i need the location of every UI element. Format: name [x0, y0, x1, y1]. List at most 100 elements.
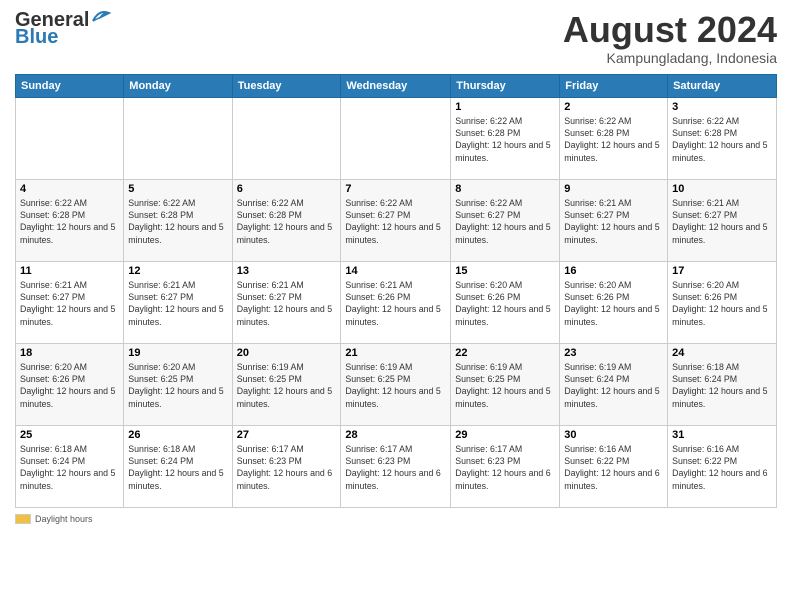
logo-blue: Blue	[15, 26, 58, 49]
calendar-cell: 4 Sunrise: 6:22 AM Sunset: 6:28 PM Daylig…	[16, 179, 124, 261]
header-tuesday: Tuesday	[232, 74, 341, 97]
day-number: 4	[20, 183, 119, 195]
day-info: Sunrise: 6:18 AM Sunset: 6:24 PM Dayligh…	[672, 361, 772, 410]
day-number: 26	[128, 429, 227, 441]
calendar-week-2: 4 Sunrise: 6:22 AM Sunset: 6:28 PM Daylig…	[16, 179, 777, 261]
calendar-header: SundayMondayTuesdayWednesdayThursdayFrid…	[16, 74, 777, 97]
day-number: 25	[20, 429, 119, 441]
day-number: 9	[564, 183, 663, 195]
calendar-cell: 17 Sunrise: 6:20 AM Sunset: 6:26 PM Dayli…	[668, 261, 777, 343]
calendar-cell: 23 Sunrise: 6:19 AM Sunset: 6:24 PM Dayli…	[560, 343, 668, 425]
calendar-cell: 25 Sunrise: 6:18 AM Sunset: 6:24 PM Dayli…	[16, 425, 124, 507]
day-number: 16	[564, 265, 663, 277]
day-number: 1	[455, 101, 555, 113]
day-number: 20	[237, 347, 337, 359]
daylight-label: Daylight hours	[35, 514, 93, 524]
page-header: General Blue August 2024 Kampungladang, …	[15, 10, 777, 66]
calendar-cell: 21 Sunrise: 6:19 AM Sunset: 6:25 PM Dayli…	[341, 343, 451, 425]
calendar-cell: 7 Sunrise: 6:22 AM Sunset: 6:27 PM Daylig…	[341, 179, 451, 261]
title-block: August 2024 Kampungladang, Indonesia	[563, 10, 777, 66]
calendar-cell: 20Sunrise: 6:19 AM Sunset: 6:25 PM Dayli…	[232, 343, 341, 425]
month-title: August 2024	[563, 10, 777, 50]
day-info: Sunrise: 6:20 AM Sunset: 6:26 PM Dayligh…	[455, 279, 555, 328]
day-info: Sunrise: 6:18 AM Sunset: 6:24 PM Dayligh…	[20, 443, 119, 492]
calendar-cell	[341, 97, 451, 179]
day-number: 22	[455, 347, 555, 359]
calendar-cell: 13Sunrise: 6:21 AM Sunset: 6:27 PM Dayli…	[232, 261, 341, 343]
header-wednesday: Wednesday	[341, 74, 451, 97]
day-number: 12	[128, 265, 227, 277]
day-info: Sunrise: 6:20 AM Sunset: 6:26 PM Dayligh…	[20, 361, 119, 410]
calendar-cell: 14 Sunrise: 6:21 AM Sunset: 6:26 PM Dayli…	[341, 261, 451, 343]
day-info: Sunrise: 6:21 AM Sunset: 6:27 PM Dayligh…	[20, 279, 119, 328]
day-number: 8	[455, 183, 555, 195]
calendar-cell: 16 Sunrise: 6:20 AM Sunset: 6:26 PM Dayli…	[560, 261, 668, 343]
day-number: 2	[564, 101, 663, 113]
day-number: 17	[672, 265, 772, 277]
day-info: Sunrise: 6:22 AM Sunset: 6:28 PM Dayligh…	[237, 197, 337, 246]
day-number: 24	[672, 347, 772, 359]
day-info: Sunrise: 6:22 AM Sunset: 6:28 PM Dayligh…	[20, 197, 119, 246]
calendar-cell: 15 Sunrise: 6:20 AM Sunset: 6:26 PM Dayli…	[451, 261, 560, 343]
calendar-cell: 10Sunrise: 6:21 AM Sunset: 6:27 PM Dayli…	[668, 179, 777, 261]
calendar-cell: 1 Sunrise: 6:22 AM Sunset: 6:28 PM Daylig…	[451, 97, 560, 179]
day-info: Sunrise: 6:22 AM Sunset: 6:28 PM Dayligh…	[455, 115, 555, 164]
day-info: Sunrise: 6:22 AM Sunset: 6:27 PM Dayligh…	[345, 197, 446, 246]
calendar-cell: 19Sunrise: 6:20 AM Sunset: 6:25 PM Dayli…	[124, 343, 232, 425]
day-number: 27	[237, 429, 337, 441]
calendar-week-3: 11Sunrise: 6:21 AM Sunset: 6:27 PM Dayli…	[16, 261, 777, 343]
day-number: 6	[237, 183, 337, 195]
header-thursday: Thursday	[451, 74, 560, 97]
day-info: Sunrise: 6:22 AM Sunset: 6:28 PM Dayligh…	[672, 115, 772, 164]
calendar-body: 1 Sunrise: 6:22 AM Sunset: 6:28 PM Daylig…	[16, 97, 777, 507]
day-info: Sunrise: 6:21 AM Sunset: 6:27 PM Dayligh…	[564, 197, 663, 246]
day-number: 29	[455, 429, 555, 441]
day-info: Sunrise: 6:16 AM Sunset: 6:22 PM Dayligh…	[672, 443, 772, 492]
day-info: Sunrise: 6:21 AM Sunset: 6:26 PM Dayligh…	[345, 279, 446, 328]
day-number: 28	[345, 429, 446, 441]
calendar-cell: 11Sunrise: 6:21 AM Sunset: 6:27 PM Dayli…	[16, 261, 124, 343]
header-monday: Monday	[124, 74, 232, 97]
calendar-cell: 24 Sunrise: 6:18 AM Sunset: 6:24 PM Dayli…	[668, 343, 777, 425]
day-info: Sunrise: 6:18 AM Sunset: 6:24 PM Dayligh…	[128, 443, 227, 492]
calendar-week-4: 18Sunrise: 6:20 AM Sunset: 6:26 PM Dayli…	[16, 343, 777, 425]
day-info: Sunrise: 6:21 AM Sunset: 6:27 PM Dayligh…	[237, 279, 337, 328]
daylight-icon	[15, 514, 31, 524]
day-number: 31	[672, 429, 772, 441]
day-info: Sunrise: 6:20 AM Sunset: 6:26 PM Dayligh…	[564, 279, 663, 328]
calendar-cell: 3Sunrise: 6:22 AM Sunset: 6:28 PM Daylig…	[668, 97, 777, 179]
day-info: Sunrise: 6:17 AM Sunset: 6:23 PM Dayligh…	[237, 443, 337, 492]
calendar-week-5: 25 Sunrise: 6:18 AM Sunset: 6:24 PM Dayli…	[16, 425, 777, 507]
calendar-cell: 9 Sunrise: 6:21 AM Sunset: 6:27 PM Daylig…	[560, 179, 668, 261]
day-info: Sunrise: 6:22 AM Sunset: 6:27 PM Dayligh…	[455, 197, 555, 246]
calendar-cell: 30 Sunrise: 6:16 AM Sunset: 6:22 PM Dayli…	[560, 425, 668, 507]
day-number: 30	[564, 429, 663, 441]
day-info: Sunrise: 6:22 AM Sunset: 6:28 PM Dayligh…	[564, 115, 663, 164]
calendar-cell	[124, 97, 232, 179]
calendar-cell: 8 Sunrise: 6:22 AM Sunset: 6:27 PM Daylig…	[451, 179, 560, 261]
calendar-cell: 5Sunrise: 6:22 AM Sunset: 6:28 PM Daylig…	[124, 179, 232, 261]
header-friday: Friday	[560, 74, 668, 97]
day-number: 23	[564, 347, 663, 359]
calendar-cell: 27 Sunrise: 6:17 AM Sunset: 6:23 PM Dayli…	[232, 425, 341, 507]
day-number: 7	[345, 183, 446, 195]
day-number: 19	[128, 347, 227, 359]
day-info: Sunrise: 6:20 AM Sunset: 6:26 PM Dayligh…	[672, 279, 772, 328]
calendar-footer: Daylight hours	[15, 514, 777, 524]
day-info: Sunrise: 6:19 AM Sunset: 6:24 PM Dayligh…	[564, 361, 663, 410]
day-number: 15	[455, 265, 555, 277]
calendar-table: SundayMondayTuesdayWednesdayThursdayFrid…	[15, 74, 777, 508]
day-number: 14	[345, 265, 446, 277]
day-info: Sunrise: 6:17 AM Sunset: 6:23 PM Dayligh…	[455, 443, 555, 492]
day-number: 21	[345, 347, 446, 359]
calendar-cell: 26 Sunrise: 6:18 AM Sunset: 6:24 PM Dayli…	[124, 425, 232, 507]
header-sunday: Sunday	[16, 74, 124, 97]
day-number: 5	[128, 183, 227, 195]
day-info: Sunrise: 6:21 AM Sunset: 6:27 PM Dayligh…	[128, 279, 227, 328]
day-info: Sunrise: 6:16 AM Sunset: 6:22 PM Dayligh…	[564, 443, 663, 492]
calendar-cell: 12 Sunrise: 6:21 AM Sunset: 6:27 PM Dayli…	[124, 261, 232, 343]
calendar-cell: 18Sunrise: 6:20 AM Sunset: 6:26 PM Dayli…	[16, 343, 124, 425]
calendar-cell: 2 Sunrise: 6:22 AM Sunset: 6:28 PM Daylig…	[560, 97, 668, 179]
calendar-cell: 31 Sunrise: 6:16 AM Sunset: 6:22 PM Dayli…	[668, 425, 777, 507]
day-info: Sunrise: 6:19 AM Sunset: 6:25 PM Dayligh…	[345, 361, 446, 410]
